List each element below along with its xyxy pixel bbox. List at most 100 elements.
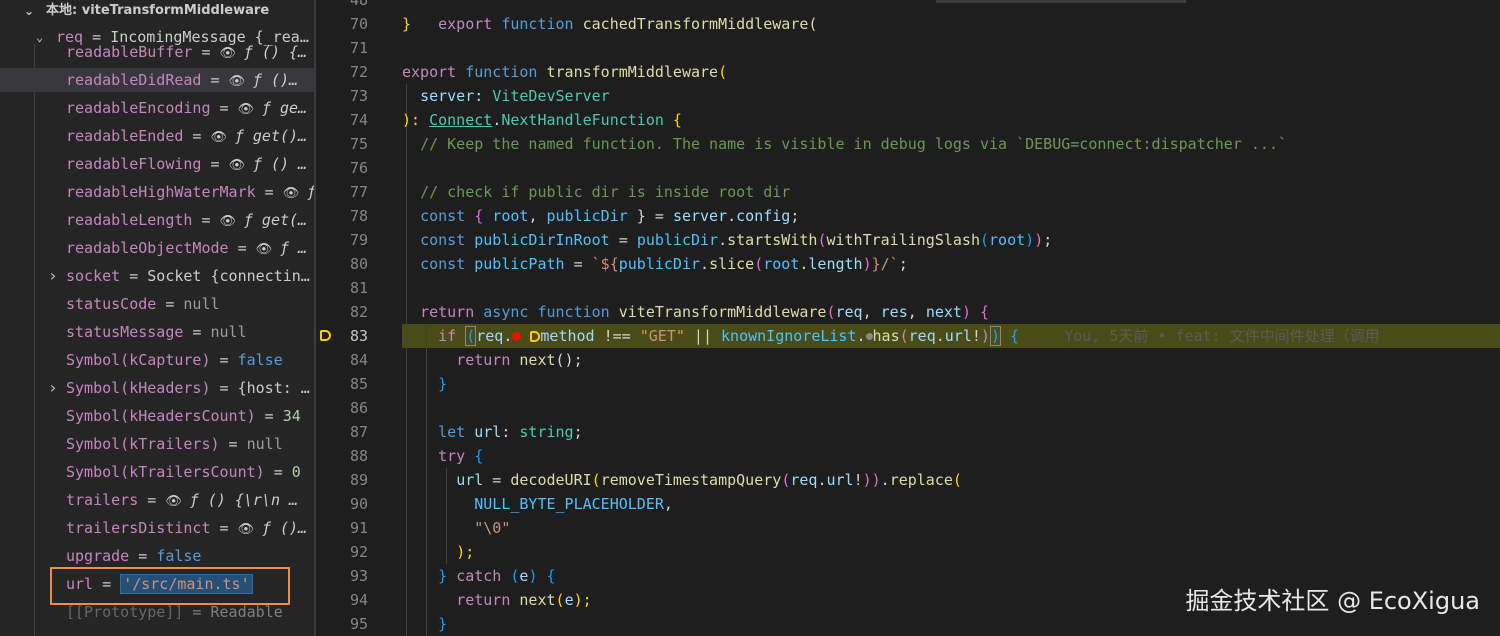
line-number[interactable]: 77: [316, 180, 368, 204]
line-number[interactable]: 93: [316, 564, 368, 588]
line-number[interactable]: 85: [316, 372, 368, 396]
eye-icon[interactable]: 👁: [283, 186, 307, 201]
line-number[interactable]: 87: [316, 420, 368, 444]
eye-icon[interactable]: 👁: [220, 46, 244, 61]
variable-row[interactable]: trailers = 👁 ƒ () {\r\n …: [0, 488, 314, 512]
variable-row[interactable]: Symbol(kTrailers) = null: [0, 432, 314, 456]
param: req: [790, 471, 818, 489]
code-line-92[interactable]: );: [402, 540, 474, 564]
line-number[interactable]: 70: [316, 12, 368, 36]
line-number[interactable]: 90: [316, 492, 368, 516]
eye-icon[interactable]: 👁: [211, 130, 235, 145]
brace: {: [970, 303, 990, 321]
inline-breakpoint-hint-icon[interactable]: [865, 333, 873, 340]
variable-row[interactable]: upgrade = false: [0, 544, 314, 568]
line-number[interactable]: 48: [316, 0, 368, 12]
line-number[interactable]: 74: [316, 108, 368, 132]
eye-icon[interactable]: 👁: [256, 242, 280, 257]
line-number[interactable]: 94: [316, 588, 368, 612]
variable-row[interactable]: readableFlowing = 👁 ƒ () …: [0, 152, 314, 176]
brace: }: [438, 615, 448, 633]
variable-row[interactable]: Symbol(kTrailersCount) = 0: [0, 460, 314, 484]
line-number[interactable]: 76: [316, 156, 368, 180]
code-line-87[interactable]: let url: string;: [402, 420, 583, 444]
line-number[interactable]: 72: [316, 60, 368, 84]
eye-icon[interactable]: 👁: [229, 74, 253, 89]
line-number[interactable]: 75: [316, 132, 368, 156]
eye-icon[interactable]: 👁: [165, 494, 189, 509]
variable-row[interactable]: readableLength = 👁 ƒ get(…: [0, 208, 314, 232]
code-line-90[interactable]: NULL_BYTE_PLACEHOLDER,: [402, 492, 673, 516]
equals-sign: =: [210, 379, 238, 397]
line-number[interactable]: 92: [316, 540, 368, 564]
variable-row[interactable]: › Symbol(kHeaders) = {host: …: [0, 376, 314, 400]
line-number[interactable]: 78: [316, 204, 368, 228]
find-widget-edge: [936, 0, 1186, 3]
line-number[interactable]: 80: [316, 252, 368, 276]
code-line-73[interactable]: server: ViteDevServer: [402, 84, 610, 108]
code-editor[interactable]: 48 70 71 72 73 74 75 76 77 78 79 80 81 82 83 84 85 86 87 88…: [316, 0, 1500, 636]
line-number[interactable]: 89: [316, 468, 368, 492]
variable-entry: trailers = 👁 ƒ () {\r\n …: [66, 488, 298, 512]
variable-row[interactable]: readableHighWaterMark = 👁 ƒ: [0, 180, 314, 204]
code-line-89[interactable]: url = decodeURI(removeTimestampQuery(req…: [402, 468, 962, 492]
variable-row[interactable]: trailersDistinct = 👁 ƒ ()…: [0, 516, 314, 540]
code-line-91[interactable]: "\0": [402, 516, 510, 540]
line-number[interactable]: 71: [316, 36, 368, 60]
code-line-94[interactable]: return next(e);: [402, 588, 591, 612]
eye-icon[interactable]: 👁: [229, 158, 253, 173]
code-line-85[interactable]: }: [402, 372, 447, 396]
line-number[interactable]: 88: [316, 444, 368, 468]
local-scope-header[interactable]: ⌄ 本地: viteTransformMiddleware: [0, 0, 314, 22]
variable-row[interactable]: readableDidRead = 👁 ƒ ()…: [0, 68, 314, 92]
chevron-right-icon[interactable]: ›: [48, 264, 58, 288]
variable-row[interactable]: Symbol(kCapture) = false: [0, 348, 314, 372]
variable-row[interactable]: readableObjectMode = 👁 ƒ …: [0, 236, 314, 260]
breakpoint-dot-icon[interactable]: [512, 332, 522, 341]
code-line-93[interactable]: } catch (e) {: [402, 564, 555, 588]
chevron-right-icon[interactable]: ›: [48, 376, 58, 400]
line-number[interactable]: 95: [316, 612, 368, 636]
code-line-80[interactable]: const publicPath = `${publicDir.slice(ro…: [402, 252, 908, 276]
line-number[interactable]: 73: [316, 84, 368, 108]
variable-row[interactable]: › socket = Socket {connectin…: [0, 264, 314, 288]
code-line-70[interactable]: }: [402, 12, 411, 36]
code-line-82[interactable]: return async function viteTransformMiddl…: [402, 300, 989, 324]
paren: (: [591, 471, 601, 489]
equals-sign: =: [192, 43, 220, 61]
variable-row[interactable]: readableEnded = 👁 ƒ get()…: [0, 124, 314, 148]
variable-row[interactable]: statusCode = null: [0, 292, 314, 316]
code-line-95[interactable]: }: [402, 612, 447, 636]
code-line-84[interactable]: return next();: [402, 348, 582, 372]
inline-breakpoint-icon[interactable]: [530, 331, 541, 342]
line-number[interactable]: 81: [316, 276, 368, 300]
code-line-77[interactable]: // check if public dir is inside root di…: [402, 180, 790, 204]
git-blame-annotation[interactable]: You, 5天前 • feat: 文件中间件处理（调用: [1064, 327, 1379, 345]
eye-icon[interactable]: 👁: [238, 522, 262, 537]
variable-row[interactable]: readableBuffer = 👁 ƒ () {…: [0, 40, 314, 64]
code-line-79[interactable]: const publicDirInRoot = publicDir.starts…: [402, 228, 1052, 252]
code-line-78[interactable]: const { root, publicDir } = server.confi…: [402, 204, 799, 228]
line-number[interactable]: 91: [316, 516, 368, 540]
line-number[interactable]: 83: [316, 324, 368, 348]
variable-row[interactable]: statusMessage = null: [0, 320, 314, 344]
equals-sign: =: [264, 463, 292, 481]
code-line-83[interactable]: if (req. method !== "GET" || knownIgnore…: [402, 324, 1380, 348]
const: publicDir: [636, 231, 719, 249]
keyword: const: [420, 255, 466, 273]
code-line-75[interactable]: // Keep the named function. The name is …: [402, 132, 1287, 156]
line-number[interactable]: 86: [316, 396, 368, 420]
line-number[interactable]: 82: [316, 300, 368, 324]
code-line-74[interactable]: ): Connect.NextHandleFunction {: [402, 108, 682, 132]
line-number[interactable]: 84: [316, 348, 368, 372]
line-number[interactable]: 79: [316, 228, 368, 252]
code-line-48[interactable]: export function cachedTransformMiddlewar…: [402, 0, 817, 33]
eye-icon[interactable]: 👁: [220, 214, 244, 229]
chevron-down-icon[interactable]: ⌄: [24, 0, 34, 22]
type-link[interactable]: Connect: [429, 111, 492, 129]
code-line-72[interactable]: export function transformMiddleware(: [402, 60, 727, 84]
eye-icon[interactable]: 👁: [238, 102, 262, 117]
code-line-88[interactable]: try {: [402, 444, 483, 468]
variable-row[interactable]: readableEncoding = 👁 ƒ ge…: [0, 96, 314, 120]
variable-row[interactable]: Symbol(kHeadersCount) = 34: [0, 404, 314, 428]
